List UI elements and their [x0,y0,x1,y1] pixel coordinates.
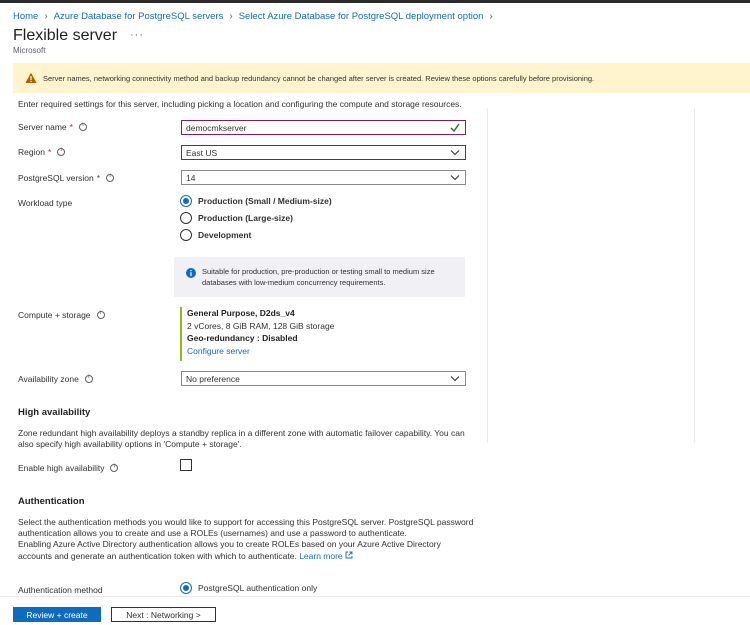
page-title: Flexible server [13,27,118,44]
more-options-icon[interactable]: ··· [130,29,144,41]
configure-server-link[interactable]: Configure server [187,345,430,358]
region-select[interactable]: East US [181,145,466,160]
high-availability-description: Zone redundant high availability deploys… [18,428,465,450]
info-icon[interactable] [106,173,115,182]
external-link-icon [345,551,353,559]
info-icon[interactable] [78,122,87,131]
chevron-down-icon [450,150,460,156]
learn-more-link[interactable]: Learn more [299,551,342,561]
info-icon[interactable] [84,374,93,383]
divider [487,108,488,443]
authentication-description: Select the authentication methods you wo… [18,517,474,561]
workload-option-production-small[interactable]: Production (Small / Medium-size) [180,195,332,207]
workload-type-label: Workload type [18,198,73,208]
info-filled-icon [186,268,196,278]
auth-option-postgresql-only[interactable]: PostgreSQL authentication only [180,582,317,594]
enable-high-availability-label: Enable high availability [18,463,119,473]
checkmark-icon [450,123,460,132]
chevron-right-icon: › [44,10,48,22]
warning-text: Server names, networking connectivity me… [43,73,595,83]
workload-option-development[interactable]: Development [180,229,251,241]
availability-zone-label: Availability zone [18,374,93,384]
required-marker: * [47,147,52,157]
compute-specs: 2 vCores, 8 GiB RAM, 128 GiB storage [187,320,335,331]
breadcrumb-postgresql-servers[interactable]: Azure Database for PostgreSQL servers [54,11,224,22]
workload-option-production-large[interactable]: Production (Large-size) [180,212,293,224]
geo-redundancy-status: Geo-redundancy : Disabled [187,333,298,343]
workload-info-text: Suitable for production, pre-production … [202,267,435,287]
info-icon[interactable] [57,147,66,156]
chevron-down-icon [450,175,460,181]
top-bar [0,0,750,3]
divider [694,108,695,443]
authentication-heading: Authentication [18,496,85,507]
chevron-down-icon [450,376,460,382]
compute-storage-label: Compute + storage [18,310,105,320]
radio-icon [180,229,192,241]
intro-text: Enter required settings for this server,… [18,99,462,109]
postgresql-version-label: PostgreSQL version * [18,173,115,183]
enable-high-availability-checkbox[interactable] [180,459,192,471]
breadcrumb-deployment-option[interactable]: Select Azure Database for PostgreSQL dep… [239,11,484,22]
chevron-right-icon: › [489,10,493,22]
breadcrumb: Home › Azure Database for PostgreSQL ser… [13,10,499,22]
compute-summary: General Purpose, D2ds_v4 2 vCores, 8 GiB… [180,307,430,361]
publisher-label: Microsoft [13,46,46,55]
next-networking-button[interactable]: Next : Networking > [111,607,216,622]
info-icon[interactable] [110,463,119,472]
server-name-label: Server name * [18,122,87,132]
required-marker: * [96,173,101,183]
region-label: Region * [18,147,66,157]
compute-tier: General Purpose, D2ds_v4 [187,308,295,318]
radio-icon [180,212,192,224]
required-marker: * [69,122,73,132]
breadcrumb-home[interactable]: Home [13,11,38,22]
warning-icon [25,72,37,83]
server-name-input[interactable]: democmkserver [181,120,466,135]
info-icon[interactable] [96,310,105,319]
high-availability-heading: High availability [18,407,91,418]
workload-info-box: Suitable for production, pre-production … [174,257,465,297]
warning-banner: Server names, networking connectivity me… [13,63,750,93]
radio-selected-icon [180,582,192,594]
postgresql-version-select[interactable]: 14 [181,170,466,185]
radio-selected-icon [180,195,192,207]
review-create-button[interactable]: Review + create [13,607,101,622]
authentication-method-label: Authentication method [18,585,103,595]
availability-zone-select[interactable]: No preference [181,371,466,386]
chevron-right-icon: › [229,10,233,22]
